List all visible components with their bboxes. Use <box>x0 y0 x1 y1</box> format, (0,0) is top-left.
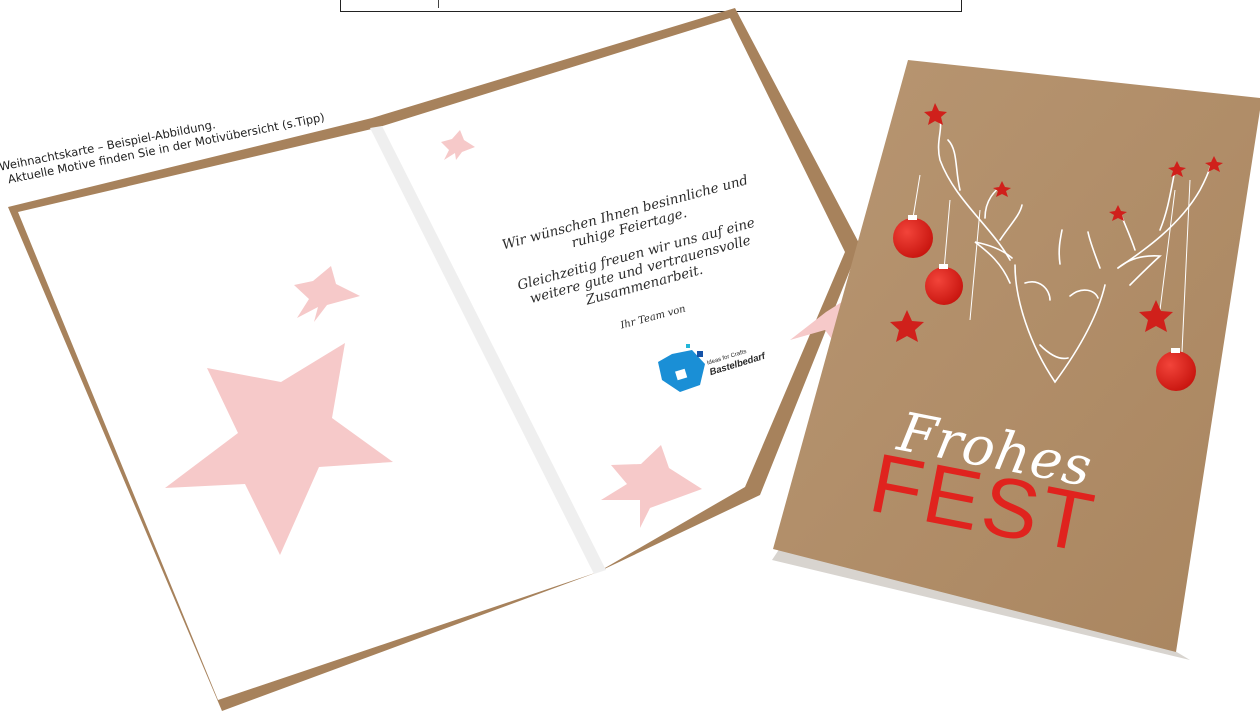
ornament-ball-2 <box>925 267 963 305</box>
logo-dot-teal <box>686 344 690 348</box>
ornament-ball-1 <box>893 218 933 258</box>
cover-card <box>772 60 1260 660</box>
ornament-cap-1 <box>908 215 917 220</box>
ornament-ball-3 <box>1156 351 1196 391</box>
ornament-cap-2 <box>939 264 948 269</box>
ornament-cap-3 <box>1171 348 1180 353</box>
logo-dot-blue <box>697 351 703 357</box>
card-scene <box>8 8 1260 711</box>
